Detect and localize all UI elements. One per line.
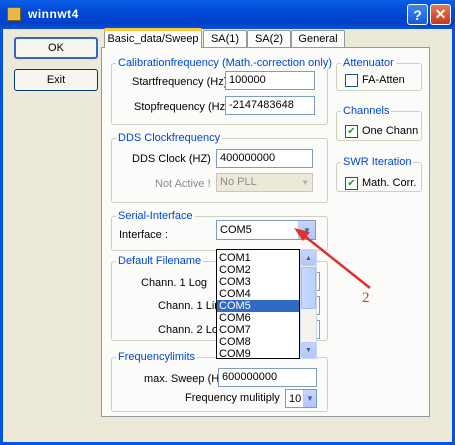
swr-legend: SWR Iteration xyxy=(341,156,414,168)
one-chann-checkbox[interactable]: ✔ xyxy=(345,125,358,138)
chann2-log-label: Chann. 2 Log xyxy=(158,324,225,336)
max-sweep-input[interactable]: 600000000 xyxy=(218,368,317,387)
list-item-selected[interactable]: COM5 xyxy=(217,300,299,312)
app-icon xyxy=(7,7,21,21)
attenuator-legend: Attenuator xyxy=(341,57,396,69)
help-button[interactable]: ? xyxy=(407,4,428,25)
annotation-number: 2 xyxy=(362,290,370,306)
pll-value: No PLL xyxy=(220,176,257,188)
dds-clock-input[interactable]: 400000000 xyxy=(216,149,313,168)
list-item[interactable]: COM9 xyxy=(217,348,299,358)
tab-sa1[interactable]: SA(1) xyxy=(203,30,247,47)
list-item[interactable]: COM4 xyxy=(217,288,299,300)
serial-legend: Serial-Interface xyxy=(116,210,195,222)
channels-legend: Channels xyxy=(341,105,392,117)
stopfrequency-label: Stopfrequency (Hz) xyxy=(134,101,229,113)
chevron-down-icon: ▼ xyxy=(301,178,309,187)
list-item[interactable]: COM6 xyxy=(217,312,299,324)
chevron-down-icon[interactable]: ▼ xyxy=(298,221,315,239)
scroll-down-icon[interactable]: ▼ xyxy=(301,342,316,358)
window-title: winnwt4 xyxy=(28,7,79,21)
list-item[interactable]: COM8 xyxy=(217,336,299,348)
scrollbar-thumb[interactable] xyxy=(301,267,316,309)
pll-label: Not Active ! xyxy=(155,178,211,190)
interface-dropdown-list[interactable]: COM1 COM2 COM3 COM4 COM5 COM6 COM7 COM8 … xyxy=(216,249,300,359)
tab-sa2[interactable]: SA(2) xyxy=(247,30,291,47)
filename-legend: Default Filename xyxy=(116,255,204,267)
dds-group xyxy=(111,138,328,203)
tab-general[interactable]: General xyxy=(291,30,345,47)
one-chann-label: One Chann xyxy=(362,125,419,137)
exit-button[interactable]: Exit xyxy=(14,69,98,91)
stopfrequency-input[interactable]: -2147483648 xyxy=(225,96,315,115)
chevron-down-icon[interactable]: ▼ xyxy=(303,390,316,407)
dropdown-scrollbar[interactable]: ▲ ▼ xyxy=(300,249,317,359)
ok-button[interactable]: OK xyxy=(14,37,98,59)
dds-clock-label: DDS Clock (HZ) xyxy=(132,153,211,165)
frequency-multiply-select[interactable]: 10 ▼ xyxy=(285,389,317,408)
chann1-log-label: Chann. 1 Log xyxy=(141,277,208,289)
list-item[interactable]: COM7 xyxy=(217,324,299,336)
interface-select[interactable]: COM5 ▼ xyxy=(216,220,316,240)
list-item[interactable]: COM2 xyxy=(217,264,299,276)
pll-select: No PLL ▼ xyxy=(216,173,313,192)
chann1-lin-label: Chann. 1 Lin xyxy=(158,300,221,312)
fa-atten-checkbox[interactable] xyxy=(345,74,358,87)
close-button[interactable]: ✕ xyxy=(430,4,451,25)
calibration-legend: Calibrationfrequency (Math.-correction o… xyxy=(116,57,334,69)
max-sweep-label: max. Sweep (Hz) xyxy=(144,373,229,385)
startfrequency-label: Startfrequency (Hz) xyxy=(132,76,228,88)
tab-basic-data-sweep[interactable]: Basic_data/Sweep xyxy=(104,28,202,48)
list-item[interactable]: COM1 xyxy=(217,252,299,264)
title-bar[interactable]: winnwt4 ? ✕ xyxy=(0,0,455,29)
math-corr-checkbox[interactable]: ✔ xyxy=(345,177,358,190)
fa-atten-label: FA-Atten xyxy=(362,74,405,86)
interface-value: COM5 xyxy=(220,224,252,236)
frequency-multiply-label: Frequency mulitiply xyxy=(185,392,280,404)
startfrequency-input[interactable]: 100000 xyxy=(225,71,315,90)
frequencylimits-legend: Frequencylimits xyxy=(116,351,198,363)
interface-label: Interface : xyxy=(119,229,168,241)
list-item[interactable]: COM3 xyxy=(217,276,299,288)
math-corr-label: Math. Corr. xyxy=(362,177,417,189)
dds-legend: DDS Clockfrequency xyxy=(116,132,223,144)
scroll-up-icon[interactable]: ▲ xyxy=(301,250,316,266)
frequency-multiply-value: 10 xyxy=(289,393,302,405)
